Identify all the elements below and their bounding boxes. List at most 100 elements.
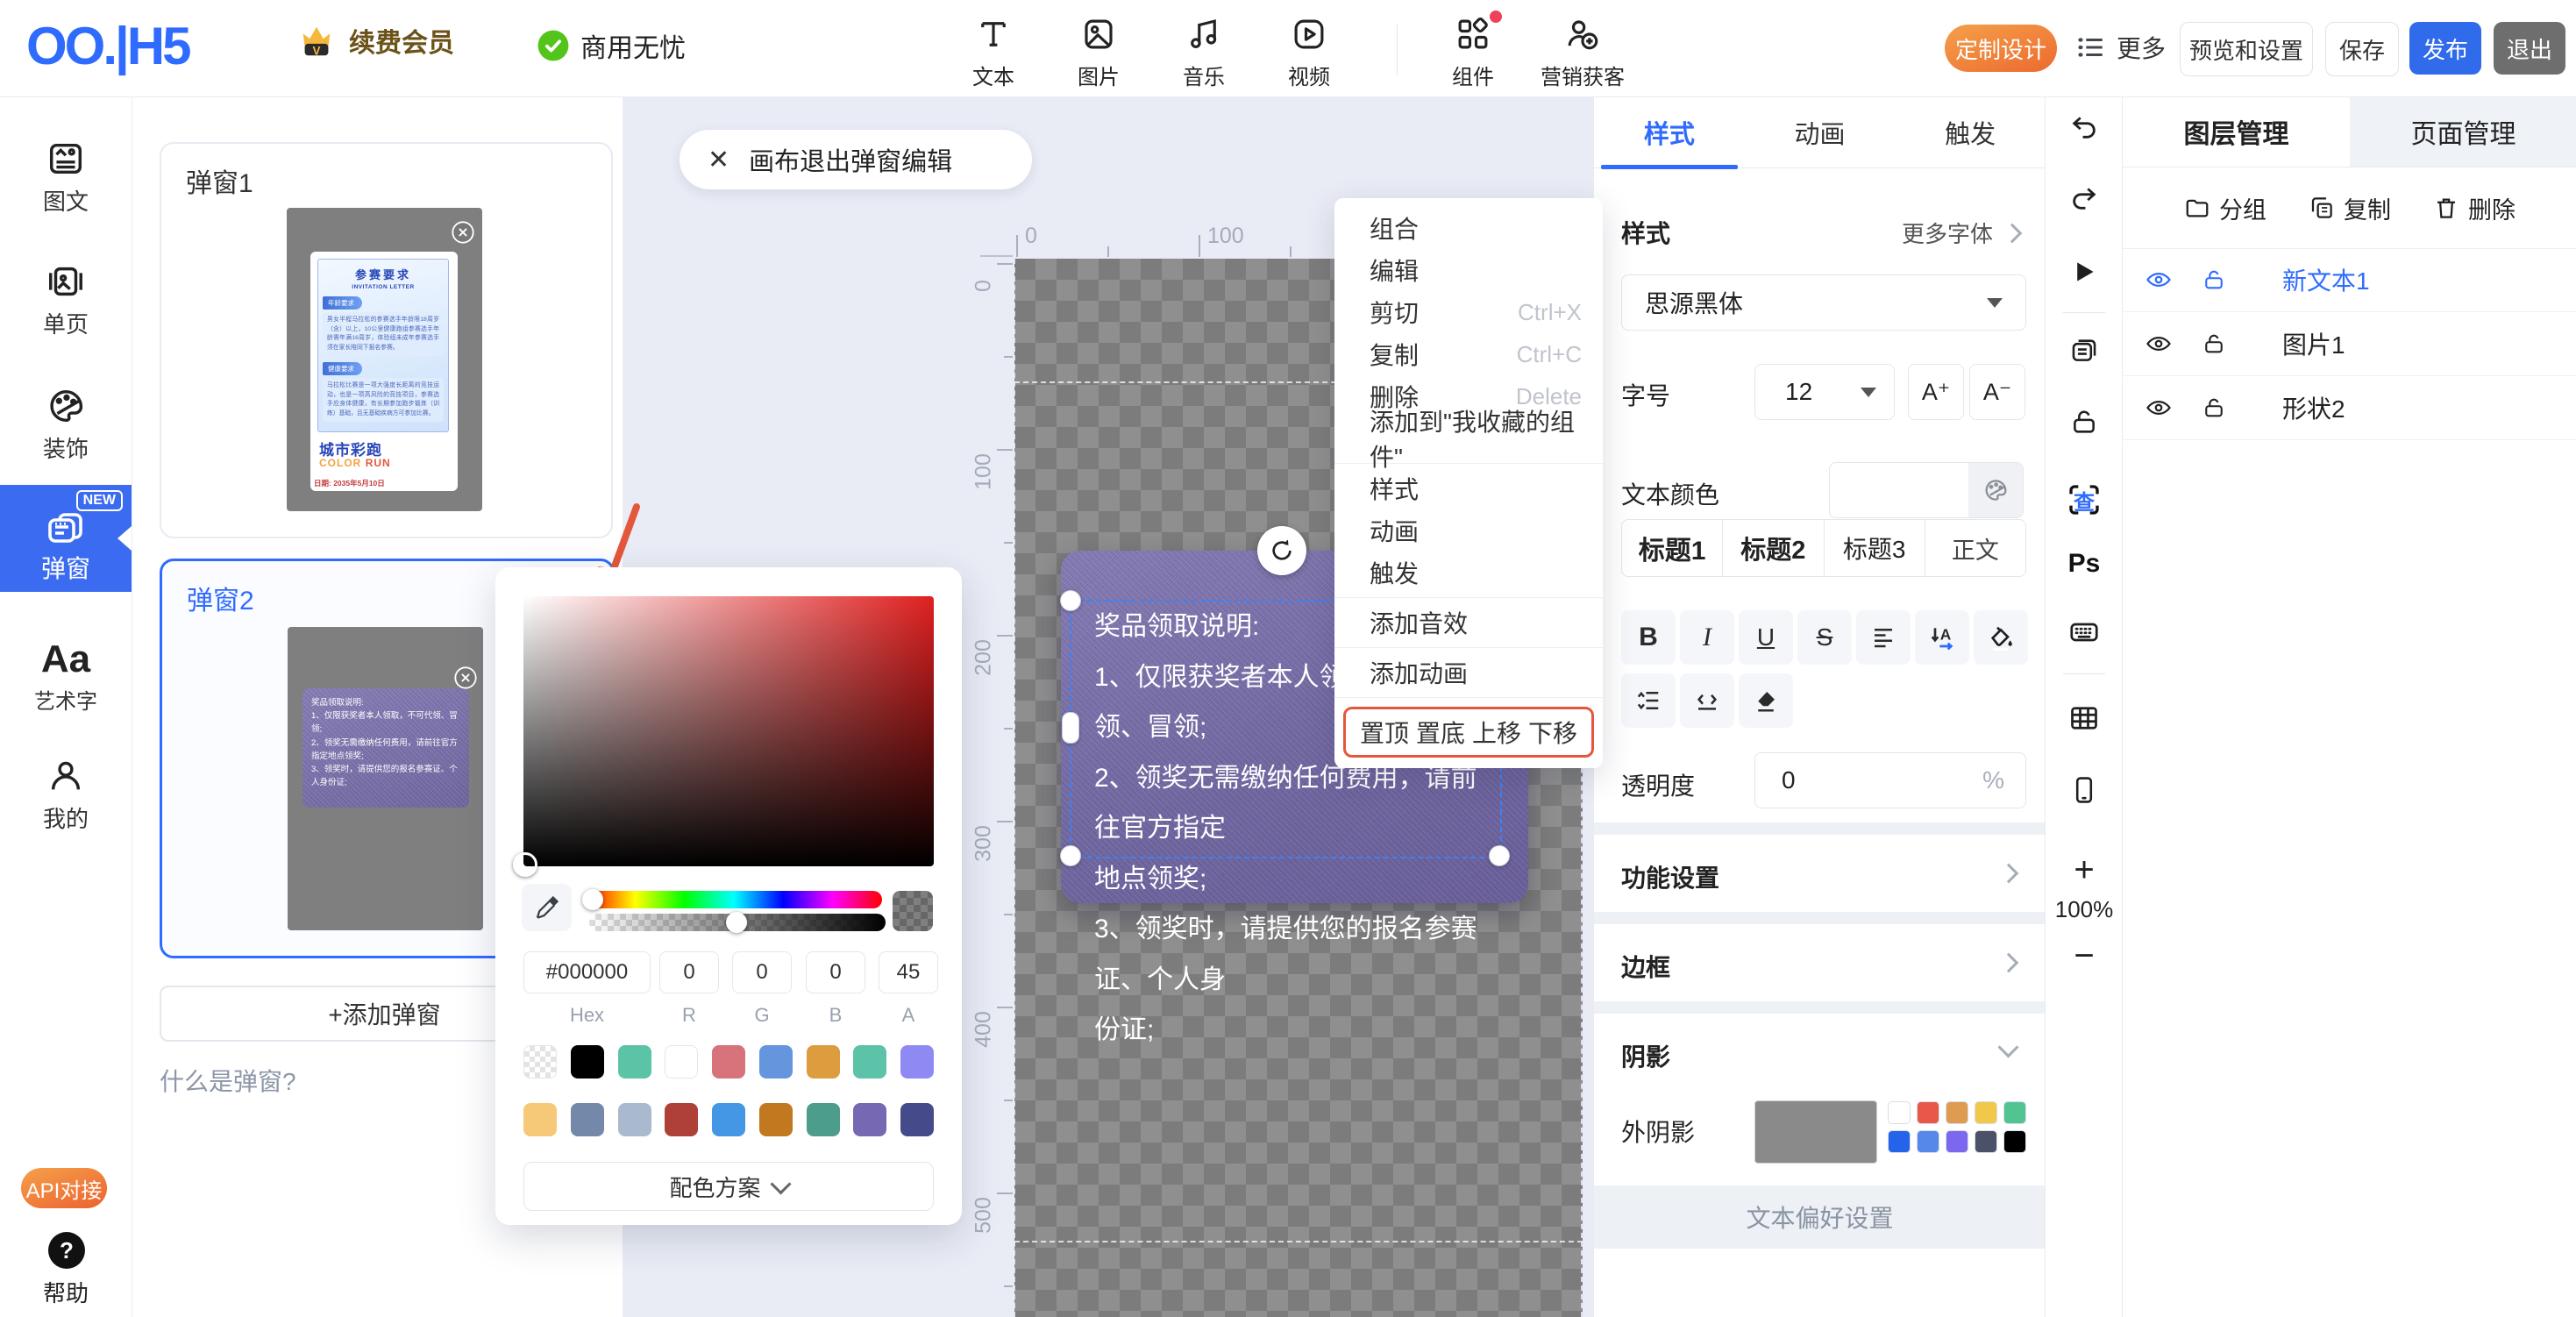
arrange-action[interactable]: 上移: [1472, 715, 1521, 750]
alpha-slider[interactable]: [589, 914, 886, 931]
strikethrough-button[interactable]: S: [1797, 610, 1852, 665]
resize-handle-br[interactable]: [1489, 845, 1510, 866]
arrange-action[interactable]: 置顶: [1360, 715, 1409, 750]
context-menu-item[interactable]: 复制Ctrl+C: [1334, 333, 1603, 375]
tool-image[interactable]: 图片: [1050, 14, 1147, 90]
phone-preview-button[interactable]: [2065, 771, 2103, 809]
preview-settings-button[interactable]: 预览和设置: [2180, 22, 2313, 76]
color-swatch[interactable]: [900, 1045, 934, 1079]
opacity-input[interactable]: 0 %: [1754, 752, 2026, 808]
tool-marketing[interactable]: 营销获客: [1526, 14, 1640, 90]
what-is-popup-link[interactable]: 什么是弹窗?: [160, 1063, 296, 1098]
saturation-cursor[interactable]: [513, 852, 537, 877]
help-icon[interactable]: ?: [48, 1232, 85, 1269]
color-swatch[interactable]: [665, 1103, 698, 1136]
zoom-out-button[interactable]: −: [2046, 936, 2123, 976]
play-preview-button[interactable]: [2065, 253, 2103, 291]
custom-design-button[interactable]: 定制设计: [1945, 25, 2057, 72]
text-color-palette-icon[interactable]: [1968, 463, 2023, 517]
shadow-color-swatch[interactable]: [1946, 1130, 1968, 1153]
save-button[interactable]: 保存: [2325, 22, 2399, 76]
app-logo[interactable]: OO.|H5: [26, 16, 189, 76]
color-swatch[interactable]: [900, 1103, 934, 1136]
layer-row[interactable]: 形状2: [2123, 376, 2576, 440]
unlock-icon[interactable]: [2202, 331, 2226, 356]
color-swatch[interactable]: [618, 1045, 651, 1079]
color-scheme-button[interactable]: 配色方案: [523, 1162, 934, 1211]
color-swatch[interactable]: [853, 1045, 886, 1079]
color-swatch[interactable]: [523, 1045, 557, 1079]
more-menu-button[interactable]: 更多: [2074, 30, 2166, 65]
color-swatch[interactable]: [759, 1103, 793, 1136]
tab-layer-management[interactable]: 图层管理: [2123, 96, 2350, 167]
line-spacing-button[interactable]: [1621, 673, 1676, 728]
font-decrease-button[interactable]: A⁻: [1969, 364, 2025, 420]
tab-style[interactable]: 样式: [1594, 96, 1745, 167]
redo-button[interactable]: [2065, 179, 2103, 217]
preset-h3[interactable]: 标题3: [1825, 520, 1925, 576]
font-increase-button[interactable]: A⁺: [1908, 364, 1964, 420]
group-button[interactable]: 分组: [2184, 191, 2266, 225]
shadow-color-swatch[interactable]: [1975, 1130, 1997, 1153]
popup1-card[interactable]: 弹窗1 参赛要求 INVITATION LETTER 年龄要求 男女半程马拉松的…: [160, 142, 613, 538]
color-swatch[interactable]: [712, 1103, 745, 1136]
sidebar-item-decoration[interactable]: 装饰: [0, 386, 132, 464]
context-menu-item[interactable]: 添加音效: [1334, 602, 1603, 644]
sidebar-item-wordart[interactable]: Aa 艺术字: [0, 640, 132, 715]
color-swatch[interactable]: [759, 1045, 793, 1079]
fill-color-button[interactable]: [1974, 610, 2028, 665]
resize-handle-tl[interactable]: [1060, 590, 1081, 611]
clear-format-button[interactable]: [1739, 673, 1793, 728]
italic-button[interactable]: I: [1680, 610, 1734, 665]
color-swatch[interactable]: [571, 1045, 604, 1079]
unlock-button[interactable]: [2065, 402, 2103, 441]
preset-h1[interactable]: 标题1: [1622, 520, 1723, 576]
shadow-color-swatch[interactable]: [1946, 1101, 1968, 1124]
renew-membership-button[interactable]: V 续费会员: [296, 19, 454, 61]
shadow-color-swatch[interactable]: [2003, 1101, 2026, 1124]
context-menu-item[interactable]: 样式: [1334, 467, 1603, 509]
color-swatch[interactable]: [712, 1045, 745, 1079]
shadow-color-swatch[interactable]: [1975, 1101, 1997, 1124]
arrange-action[interactable]: 置底: [1416, 715, 1465, 750]
arrange-action[interactable]: 下移: [1528, 715, 1577, 750]
tool-text[interactable]: 文本: [945, 14, 1042, 90]
eye-icon[interactable]: [2145, 267, 2172, 293]
text-orientation-button[interactable]: A: [1915, 610, 1969, 665]
shadow-color-swatch[interactable]: [2003, 1130, 2026, 1153]
sidebar-item-imagetext[interactable]: 图文: [0, 139, 132, 217]
delete-button[interactable]: 删除: [2433, 191, 2516, 225]
section-function-settings[interactable]: 功能设置: [1594, 835, 2046, 912]
color-swatch[interactable]: [665, 1045, 698, 1079]
exit-popup-edit-button[interactable]: ✕ 画布退出弹窗编辑: [680, 130, 1032, 189]
layer-row[interactable]: 新文本1: [2123, 248, 2576, 312]
color-swatch[interactable]: [807, 1045, 840, 1079]
unlock-icon[interactable]: [2202, 395, 2226, 420]
r-input[interactable]: 0: [659, 951, 719, 993]
duplicate-button[interactable]: 复制: [2309, 191, 2391, 225]
unlock-icon[interactable]: [2202, 267, 2226, 292]
hex-input[interactable]: #000000: [523, 951, 651, 993]
color-swatch[interactable]: [807, 1103, 840, 1136]
color-swatch[interactable]: [571, 1103, 604, 1136]
shadow-color-swatch[interactable]: [1917, 1101, 1939, 1124]
hue-slider[interactable]: [586, 891, 882, 908]
sidebar-item-singlepage[interactable]: 单页: [0, 261, 132, 339]
context-menu-item[interactable]: 动画: [1334, 509, 1603, 552]
text-preference-button[interactable]: 文本偏好设置: [1594, 1185, 2046, 1249]
resize-handle-bl[interactable]: [1060, 845, 1081, 866]
outer-shadow-swatch[interactable]: [1754, 1100, 1877, 1164]
exit-button[interactable]: 退出: [2494, 22, 2565, 75]
photoshop-button[interactable]: Ps: [2065, 545, 2103, 583]
api-connect-button[interactable]: API对接: [21, 1168, 107, 1208]
text-color-input[interactable]: [1829, 462, 2024, 518]
tool-music[interactable]: 音乐: [1156, 14, 1252, 90]
grid-button[interactable]: [2065, 699, 2103, 737]
section-shadow[interactable]: 阴影: [1594, 1014, 2046, 1091]
context-menu-item[interactable]: 编辑: [1334, 249, 1603, 291]
font-size-select[interactable]: 12: [1754, 364, 1895, 420]
tab-trigger[interactable]: 触发: [1895, 96, 2046, 167]
shadow-color-swatch[interactable]: [1917, 1130, 1939, 1153]
context-menu-item[interactable]: 剪切Ctrl+X: [1334, 291, 1603, 333]
resize-handle-ml[interactable]: [1062, 712, 1079, 744]
